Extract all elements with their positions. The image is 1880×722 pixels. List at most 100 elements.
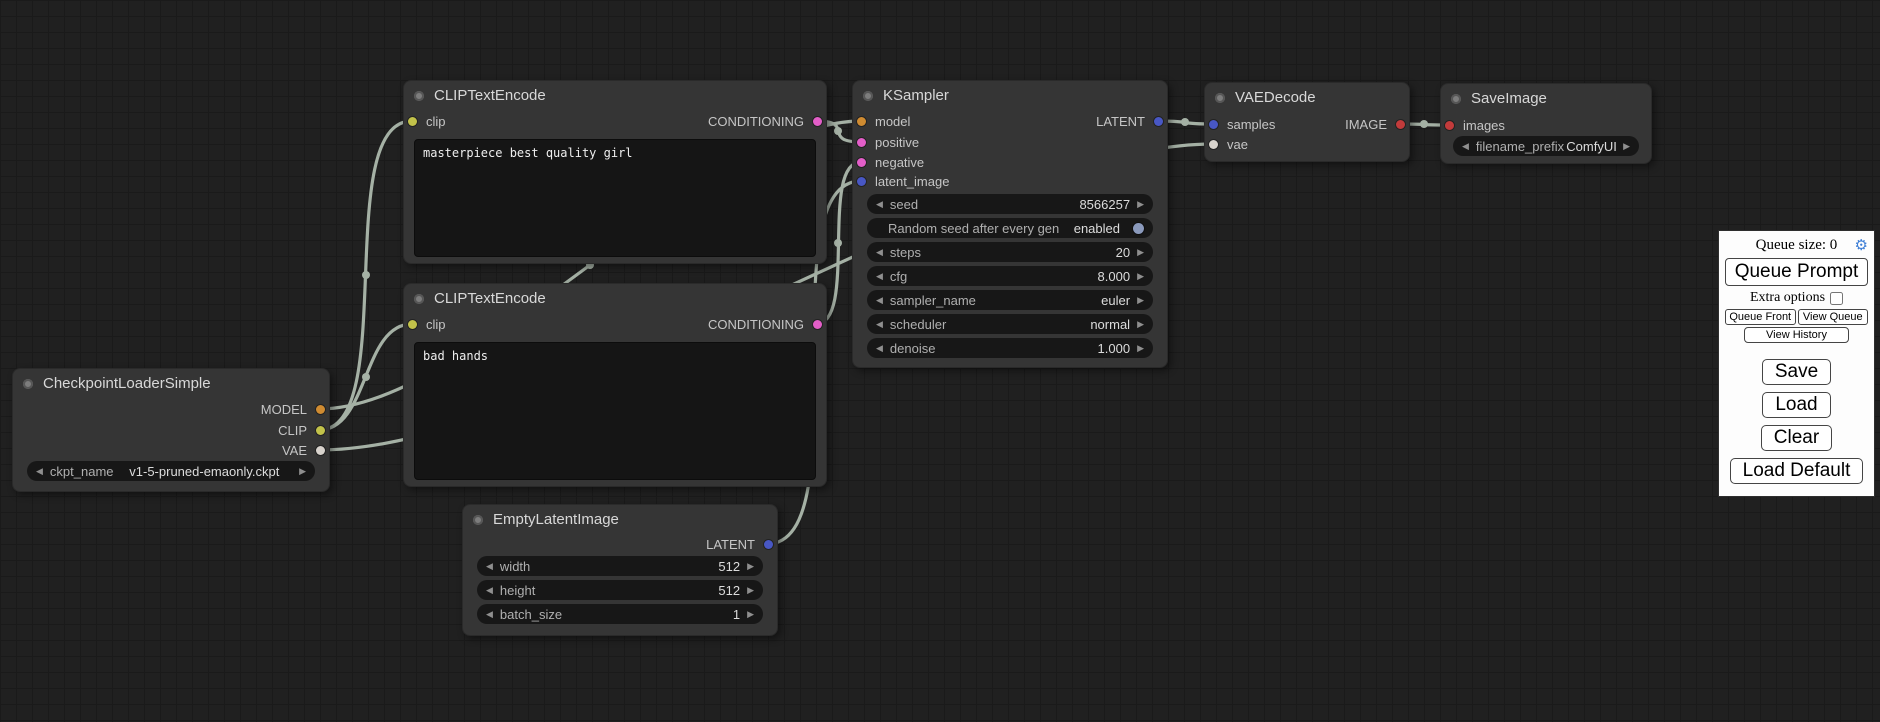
output-slot-latent[interactable]: LATENT — [706, 536, 777, 554]
view-history-button[interactable]: View History — [1744, 327, 1850, 343]
decrement-arrow-icon[interactable]: ◀ — [36, 461, 43, 481]
decrement-arrow-icon[interactable]: ◀ — [876, 290, 883, 310]
model-slot-dot[interactable] — [316, 405, 325, 414]
clip-slot-dot[interactable] — [408, 117, 417, 126]
latent-slot-dot[interactable] — [1209, 120, 1218, 129]
output-slot-vae[interactable]: VAE — [282, 442, 329, 460]
collapse-dot-icon[interactable] — [473, 515, 483, 525]
increment-arrow-icon[interactable]: ▶ — [747, 556, 754, 576]
queue-front-button[interactable]: Queue Front — [1725, 309, 1796, 325]
input-slot-samples[interactable]: samples — [1205, 116, 1275, 134]
output-slot-clip[interactable]: CLIP — [278, 422, 329, 440]
conditioning-slot-dot[interactable] — [813, 117, 822, 126]
latent-slot-dot[interactable] — [764, 540, 773, 549]
node-clip-text-encode-negative[interactable]: CLIPTextEncode clip CONDITIONING bad han… — [403, 283, 827, 487]
input-slot-model[interactable]: model — [853, 113, 910, 131]
output-slot-conditioning[interactable]: CONDITIONING — [708, 316, 826, 334]
clip-slot-dot[interactable] — [408, 320, 417, 329]
vae-slot-dot[interactable] — [316, 446, 325, 455]
load-default-button[interactable]: Load Default — [1730, 458, 1864, 484]
decrement-arrow-icon[interactable]: ◀ — [876, 242, 883, 262]
increment-arrow-icon[interactable]: ▶ — [747, 580, 754, 600]
node-vae-decode[interactable]: VAEDecode samples IMAGE vae — [1204, 82, 1410, 162]
node-empty-latent-image[interactable]: EmptyLatentImage LATENT ◀ width 512 ▶ ◀ … — [462, 504, 778, 636]
collapse-dot-icon[interactable] — [414, 294, 424, 304]
increment-arrow-icon[interactable]: ▶ — [1623, 136, 1630, 156]
denoise-widget[interactable]: ◀ denoise 1.000 ▶ — [867, 338, 1153, 358]
batch-size-widget[interactable]: ◀ batch_size 1 ▶ — [477, 604, 763, 624]
scheduler-widget[interactable]: ◀ scheduler normal ▶ — [867, 314, 1153, 334]
collapse-dot-icon[interactable] — [863, 91, 873, 101]
conditioning-slot-dot[interactable] — [857, 138, 866, 147]
input-slot-clip[interactable]: clip — [404, 316, 446, 334]
ckpt-name-widget[interactable]: ◀ ckpt_name v1-5-pruned-emaonly.ckpt ▶ — [27, 461, 315, 481]
collapse-dot-icon[interactable] — [23, 379, 33, 389]
collapse-dot-icon[interactable] — [1215, 93, 1225, 103]
queue-prompt-button[interactable]: Queue Prompt — [1725, 258, 1868, 286]
extra-options-checkbox[interactable] — [1830, 292, 1843, 305]
width-widget[interactable]: ◀ width 512 ▶ — [477, 556, 763, 576]
clip-slot-dot[interactable] — [316, 426, 325, 435]
node-title: VAEDecode — [1205, 83, 1409, 113]
decrement-arrow-icon[interactable]: ◀ — [876, 314, 883, 334]
clear-button[interactable]: Clear — [1761, 425, 1832, 451]
output-slot-image[interactable]: IMAGE — [1345, 116, 1409, 134]
decrement-arrow-icon[interactable]: ◀ — [876, 338, 883, 358]
load-button[interactable]: Load — [1762, 392, 1830, 418]
sampler-name-widget[interactable]: ◀ sampler_name euler ▶ — [867, 290, 1153, 310]
model-slot-dot[interactable] — [857, 117, 866, 126]
queue-menu-panel: Queue size: 0 ⚙ Queue Prompt Extra optio… — [1718, 230, 1875, 497]
save-button[interactable]: Save — [1762, 359, 1831, 385]
increment-arrow-icon[interactable]: ▶ — [1137, 314, 1144, 334]
output-slot-conditioning[interactable]: CONDITIONING — [708, 113, 826, 131]
toggle-dot-icon[interactable] — [1133, 223, 1144, 234]
output-slot-model[interactable]: MODEL — [261, 401, 329, 419]
decrement-arrow-icon[interactable]: ◀ — [1462, 136, 1469, 156]
increment-arrow-icon[interactable]: ▶ — [299, 461, 306, 481]
input-slot-vae[interactable]: vae — [1205, 136, 1248, 154]
increment-arrow-icon[interactable]: ▶ — [1137, 338, 1144, 358]
increment-arrow-icon[interactable]: ▶ — [1137, 242, 1144, 262]
output-slot-latent[interactable]: LATENT — [1096, 113, 1167, 131]
image-slot-dot[interactable] — [1396, 120, 1405, 129]
widget-label: width — [500, 559, 530, 574]
steps-widget[interactable]: ◀ steps 20 ▶ — [867, 242, 1153, 262]
input-slot-clip[interactable]: clip — [404, 113, 446, 131]
view-queue-button[interactable]: View Queue — [1798, 309, 1869, 325]
settings-gear-icon[interactable]: ⚙ — [1855, 236, 1868, 254]
decrement-arrow-icon[interactable]: ◀ — [486, 604, 493, 624]
decrement-arrow-icon[interactable]: ◀ — [876, 266, 883, 286]
vae-slot-dot[interactable] — [1209, 140, 1218, 149]
increment-arrow-icon[interactable]: ▶ — [1137, 194, 1144, 214]
slot-label: images — [1463, 118, 1505, 133]
latent-slot-dot[interactable] — [1154, 117, 1163, 126]
increment-arrow-icon[interactable]: ▶ — [1137, 290, 1144, 310]
filename-prefix-widget[interactable]: ◀ filename_prefix ComfyUI ▶ — [1453, 136, 1639, 156]
seed-widget[interactable]: ◀ seed 8566257 ▶ — [867, 194, 1153, 214]
cfg-widget[interactable]: ◀ cfg 8.000 ▶ — [867, 266, 1153, 286]
conditioning-slot-dot[interactable] — [813, 320, 822, 329]
latent-slot-dot[interactable] — [857, 177, 866, 186]
node-save-image[interactable]: SaveImage images ◀ filename_prefix Comfy… — [1440, 83, 1652, 164]
conditioning-slot-dot[interactable] — [857, 158, 866, 167]
decrement-arrow-icon[interactable]: ◀ — [486, 580, 493, 600]
input-slot-negative[interactable]: negative — [853, 154, 924, 172]
input-slot-positive[interactable]: positive — [853, 134, 919, 152]
image-slot-dot[interactable] — [1445, 121, 1454, 130]
increment-arrow-icon[interactable]: ▶ — [747, 604, 754, 624]
positive-prompt-textarea[interactable]: masterpiece best quality girl — [414, 139, 816, 257]
node-clip-text-encode-positive[interactable]: CLIPTextEncode clip CONDITIONING masterp… — [403, 80, 827, 264]
random-seed-toggle-widget[interactable]: Random seed after every gen enabled — [867, 218, 1153, 238]
collapse-dot-icon[interactable] — [414, 91, 424, 101]
input-slot-images[interactable]: images — [1441, 117, 1505, 135]
input-slot-latent-image[interactable]: latent_image — [853, 173, 949, 191]
widget-value: 512 — [718, 559, 740, 574]
negative-prompt-textarea[interactable]: bad hands — [414, 342, 816, 480]
decrement-arrow-icon[interactable]: ◀ — [486, 556, 493, 576]
node-ksampler[interactable]: KSampler model LATENT positive negative … — [852, 80, 1168, 368]
decrement-arrow-icon[interactable]: ◀ — [876, 194, 883, 214]
height-widget[interactable]: ◀ height 512 ▶ — [477, 580, 763, 600]
increment-arrow-icon[interactable]: ▶ — [1137, 266, 1144, 286]
collapse-dot-icon[interactable] — [1451, 94, 1461, 104]
node-checkpoint-loader[interactable]: CheckpointLoaderSimple MODEL CLIP VAE ◀ … — [12, 368, 330, 492]
